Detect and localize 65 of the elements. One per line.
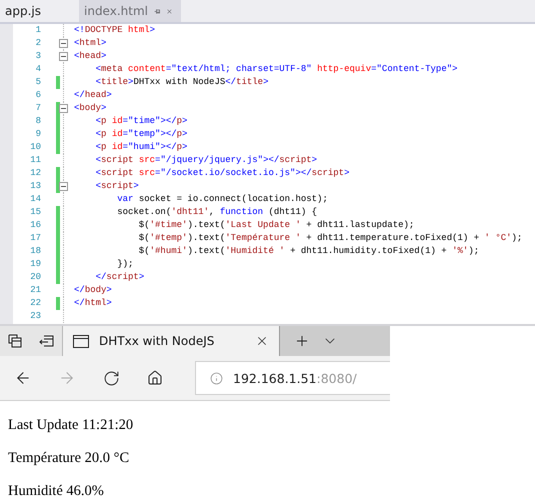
code-line: <script> (94, 180, 139, 193)
line-number: 6 (34, 89, 41, 102)
line-number: 7 (34, 102, 41, 115)
line-number: 10 (29, 141, 41, 154)
code-line: <head> (74, 50, 106, 63)
collapse-icon[interactable] (59, 182, 68, 191)
code-line: </script> (94, 271, 144, 284)
line-number: 1 (34, 24, 41, 37)
collapse-icon[interactable] (59, 104, 68, 113)
address-field[interactable]: 192.168.1.51:8080/ (195, 361, 390, 395)
line-number: 18 (29, 245, 41, 258)
tabs-icon[interactable] (8, 334, 22, 348)
collapse-icon[interactable] (59, 52, 68, 61)
line-number: 4 (34, 63, 41, 76)
line-number: 13 (29, 180, 41, 193)
line-number: 15 (29, 206, 41, 219)
code-line: <!DOCTYPE html> (74, 24, 156, 37)
code-line: var socket = io.connect(location.host); (116, 193, 328, 206)
new-tab-icon[interactable] (294, 333, 310, 349)
page-text: Température 20.0 °C (8, 449, 130, 467)
line-number: 2 (34, 37, 41, 50)
pin-icon[interactable] (154, 6, 160, 16)
close-icon[interactable] (255, 334, 269, 348)
code-line: <p id="time"></p> (94, 115, 188, 128)
info-icon (210, 372, 223, 384)
code-line: $('#humi').text('Humidité ' + dht11.humidity.toFixed(1) + '%'); (138, 245, 480, 258)
code-line: <body> (74, 102, 106, 115)
line-number: 19 (29, 258, 41, 271)
code-line: <p id="temp"></p> (94, 128, 188, 141)
code-line: </head> (74, 89, 112, 102)
line-number: 5 (34, 76, 41, 89)
browser-tab[interactable]: DHTxx with NodeJS (63, 326, 280, 356)
line-number: 12 (29, 167, 41, 180)
code-line: <p id="humi"></p> (94, 141, 188, 154)
page-text: Last Update 11:21:20 (8, 416, 134, 434)
code-line: <meta content="text/html; charset=UTF-8" http-equiv="Content-Type"> (94, 63, 458, 76)
set-aside-icon[interactable] (38, 335, 54, 347)
line-number: 16 (29, 219, 41, 232)
code-line: <title>DHTxx with NodeJS</title> (94, 76, 268, 89)
line-number: 23 (29, 310, 41, 323)
editor-tab[interactable]: app.js (0, 0, 79, 22)
code-line: </html> (74, 297, 112, 310)
code-line: <script src="/socket.io/socket.io.js"></script> (94, 167, 350, 180)
code-line: socket.on('dht11', function (dht11) { (116, 206, 318, 219)
line-number: 22 (29, 297, 41, 310)
page-text: Humidité 46.0% (8, 482, 105, 500)
line-number: 8 (34, 115, 41, 128)
code-line: }); (116, 258, 134, 271)
refresh-icon (102, 370, 120, 386)
editor-tab[interactable]: index.html (79, 0, 181, 22)
line-number: 11 (29, 154, 41, 167)
line-number: 3 (34, 50, 41, 63)
code-line: $('#temp').text('Température ' + dht11.temperature.toFixed(1) + ' °C'); (138, 232, 522, 245)
collapse-icon[interactable] (59, 39, 68, 48)
code-line: <script src="/jquery/jquery.js"></script> (94, 154, 318, 167)
line-number: 17 (29, 232, 41, 245)
window-icon (73, 334, 89, 348)
code-line: </body> (74, 284, 112, 297)
code-line: <html> (74, 37, 106, 50)
line-number: 20 (29, 271, 41, 284)
line-number: 14 (29, 193, 41, 206)
home-icon (147, 370, 163, 386)
code-line: $('#time').text('Last Update ' + dht11.lastupdate); (138, 219, 414, 232)
line-number: 21 (29, 284, 41, 297)
line-number: 9 (34, 128, 41, 141)
